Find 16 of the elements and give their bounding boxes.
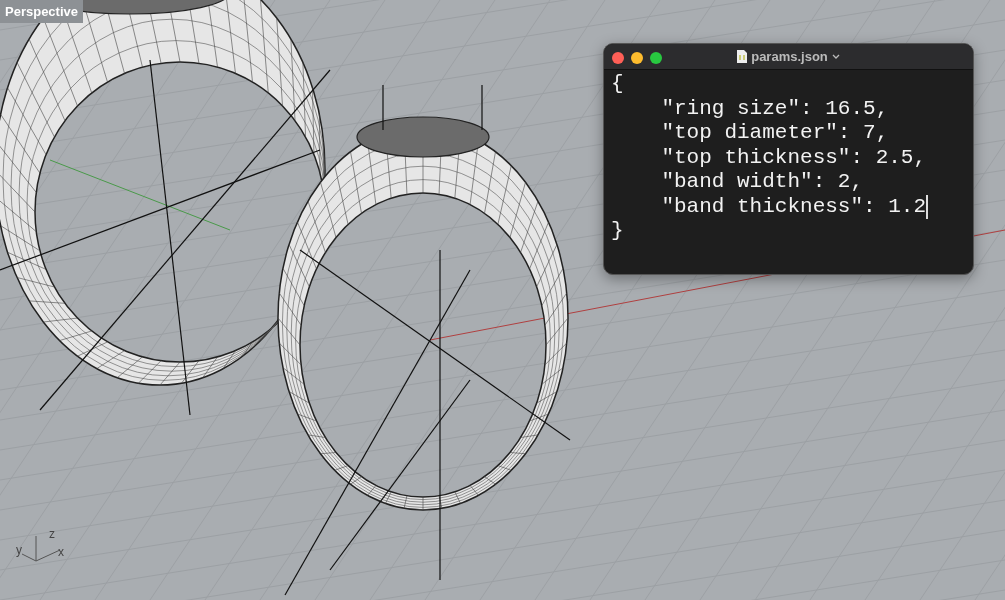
code-line: "band thickness": 1.2 [660, 194, 928, 219]
file-name[interactable]: params.json [751, 44, 828, 70]
code-line: "top thickness": 2.5, [660, 145, 927, 170]
code-line: "top diameter": 7, [660, 121, 889, 146]
chevron-icon[interactable] [831, 54, 840, 59]
code-line: "band width": 2, [660, 170, 864, 195]
minimize-button[interactable] [631, 52, 643, 64]
axis-label: z [49, 528, 55, 540]
file-icon [737, 50, 748, 63]
axis-label: y [16, 544, 22, 556]
zoom-button[interactable] [650, 52, 662, 64]
code-line: { [611, 72, 624, 97]
code-line: } [611, 219, 624, 244]
axis-label: x [58, 546, 64, 558]
code-line: "ring size": 16.5, [660, 96, 889, 121]
close-button[interactable] [612, 52, 624, 64]
